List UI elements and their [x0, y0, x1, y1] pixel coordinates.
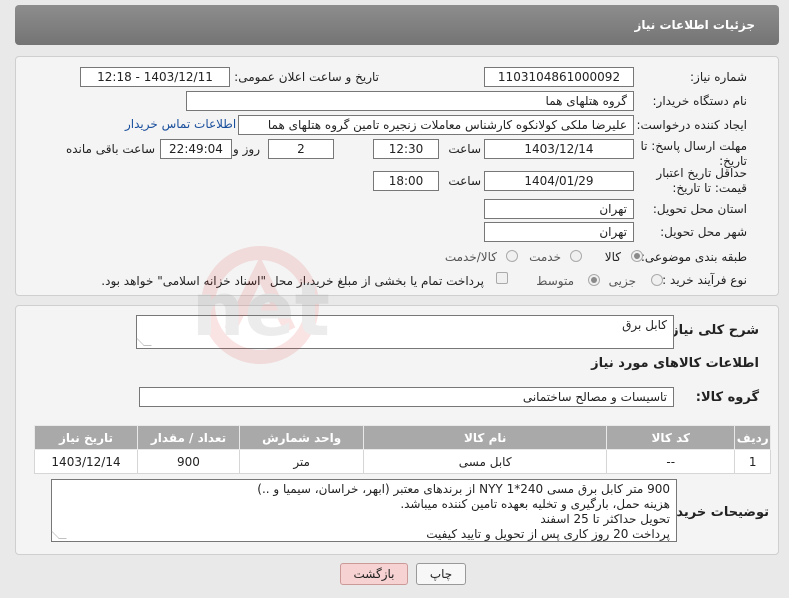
back-button[interactable]: بازگشت: [340, 563, 408, 585]
category-service-radio[interactable]: [570, 250, 582, 262]
announce-date-field: 1403/12/11 - 12:18: [80, 67, 230, 87]
validity-time-field: 18:00: [373, 171, 439, 191]
buyer-org-field: گروه هتلهای هما: [186, 91, 634, 111]
remaining-time-field: 22:49:04: [160, 139, 232, 159]
col-row-number: ردیف: [734, 425, 771, 450]
summary-textarea[interactable]: کابل برق: [136, 315, 674, 349]
city-label: شهر محل تحویل:: [660, 225, 747, 239]
col-unit: واحد شمارش: [238, 425, 365, 450]
print-button[interactable]: چاپ: [416, 563, 466, 585]
col-goods-code: کد کالا: [605, 425, 736, 450]
process-medium-radio[interactable]: [588, 274, 600, 286]
process-type-label: نوع فرآیند خرید :: [662, 273, 747, 287]
category-goods-service-label: کالا/خدمت: [444, 250, 497, 264]
treasury-payment-note: پرداخت تمام یا بخشی از مبلغ خرید،از محل …: [101, 274, 484, 288]
buyer-notes-line: تحویل حداکثر تا 25 اسفند: [540, 512, 670, 526]
need-number-label: شماره نیاز:: [690, 70, 747, 84]
goods-group-label: گروه کالا:: [695, 390, 759, 405]
col-need-date: تاریخ نیاز: [33, 425, 139, 450]
deadline-time-field: 12:30: [373, 139, 439, 159]
page-title: جزئیات اطلاعات نیاز: [634, 18, 755, 32]
category-goods-radio[interactable]: [631, 250, 643, 262]
buyer-notes-line: پرداخت 20 روز کاری پس از تحویل و تایید ک…: [426, 527, 670, 541]
category-goods-service-radio[interactable]: [506, 250, 518, 262]
validity-label: حداقل تاریخ اعتبار قیمت: تا تاریخ:: [656, 166, 747, 195]
days-label: روز و: [233, 142, 260, 156]
deadline-date-field: 1403/12/14: [484, 139, 634, 159]
remaining-time-label: ساعت باقی مانده: [65, 142, 155, 156]
treasury-payment-checkbox[interactable]: [496, 272, 508, 284]
process-minor-radio[interactable]: [651, 274, 663, 286]
buyer-notes-line: هزینه حمل، بارگیری و تخلیه بعهده تامین ک…: [400, 497, 670, 511]
cell-goods-name: کابل مسی: [363, 449, 607, 474]
city-field: تهران: [484, 222, 634, 242]
category-label: طبقه بندی موضوعی:: [640, 250, 747, 264]
cell-row-number: 1: [734, 449, 771, 474]
province-field: تهران: [484, 199, 634, 219]
goods-info-title: اطلاعات کالاهای مورد نیاز: [591, 356, 759, 371]
creator-field: علیرضا ملکی کولانکوه کارشناس معاملات زنج…: [238, 115, 634, 135]
col-quantity: تعداد / مقدار: [137, 425, 240, 450]
buyer-notes-line: 900 متر کابل برق مسی 240*1 NYY از برندها…: [257, 482, 670, 496]
buyer-notes-textarea[interactable]: 900 متر کابل برق مسی 240*1 NYY از برندها…: [51, 479, 677, 542]
need-number-field: 1103104861000092: [484, 67, 634, 87]
cell-quantity: 900: [137, 449, 240, 474]
goods-table: ردیف کد کالا نام کالا واحد شمارش تعداد /…: [33, 425, 771, 474]
province-label: استان محل تحویل:: [652, 202, 747, 216]
col-goods-name: نام کالا: [363, 425, 607, 450]
goods-group-field: تاسیسات و مصالح ساختمانی: [139, 387, 674, 407]
buyer-org-label: نام دستگاه خریدار:: [652, 94, 748, 108]
cell-goods-code: --: [605, 449, 736, 474]
days-remaining-field: 2: [268, 139, 334, 159]
page-header: جزئیات اطلاعات نیاز: [15, 5, 779, 45]
cell-need-date: 1403/12/14: [33, 449, 139, 474]
category-goods-label: کالا: [604, 250, 621, 264]
validity-time-label: ساعت: [448, 174, 481, 188]
process-minor-label: جزیی: [608, 274, 636, 288]
buyer-contact-link[interactable]: اطلاعات تماس خریدار: [125, 117, 236, 131]
summary-label: شرح کلی نیاز:: [665, 323, 759, 338]
category-service-label: خدمت: [529, 250, 561, 264]
deadline-label: مهلت ارسال پاسخ: تا تاریخ:: [640, 139, 747, 168]
validity-date-field: 1404/01/29: [484, 171, 634, 191]
creator-label: ایجاد کننده درخواست:: [636, 118, 747, 132]
announce-date-label: تاریخ و ساعت اعلان عمومی:: [234, 70, 379, 84]
table-row: 1 -- کابل مسی متر 900 1403/12/14: [33, 449, 771, 474]
summary-text: کابل برق: [622, 318, 667, 332]
resize-handle-icon[interactable]: [136, 338, 152, 346]
cell-unit: متر: [238, 449, 365, 474]
table-header-row: ردیف کد کالا نام کالا واحد شمارش تعداد /…: [33, 425, 771, 450]
deadline-time-label: ساعت: [448, 142, 481, 156]
process-medium-label: متوسط: [536, 274, 574, 288]
